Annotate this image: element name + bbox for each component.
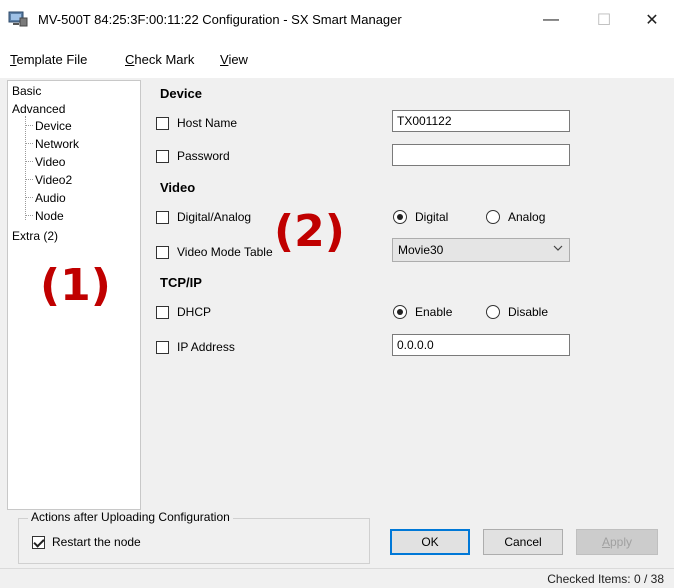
digital-radio-label: Digital (415, 210, 449, 224)
minimize-button[interactable]: — (527, 0, 575, 40)
apply-button[interactable]: Apply (576, 529, 658, 555)
disable-radio-label: Disable (508, 305, 549, 319)
restart-node-checkbox[interactable] (32, 536, 45, 549)
tree-item-audio[interactable]: Audio (35, 191, 66, 205)
ip-address-field[interactable]: 0.0.0.0 (392, 334, 570, 356)
tree-branch (26, 125, 33, 126)
close-button[interactable]: ✕ (628, 0, 674, 40)
tree-branch (26, 197, 33, 198)
disable-radio[interactable] (486, 305, 500, 319)
tree-item-extra[interactable]: Extra (2) (12, 229, 58, 243)
device-heading: Device (160, 86, 202, 101)
tree-branch (26, 179, 33, 180)
ok-button[interactable]: OK (390, 529, 470, 555)
checked-items-status: Checked Items: 0 / 38 (547, 572, 664, 586)
video-heading: Video (160, 180, 196, 195)
tree-item-advanced[interactable]: Advanced (12, 102, 65, 116)
host-name-checkbox[interactable] (156, 117, 169, 130)
tree-item-video[interactable]: Video (35, 155, 65, 169)
chevron-down-icon (553, 242, 563, 257)
tree-item-video2[interactable]: Video2 (35, 173, 72, 187)
password-field[interactable] (392, 144, 570, 166)
enable-radio[interactable] (393, 305, 407, 319)
maximize-button[interactable]: ☐ (580, 0, 628, 40)
title-bar: MV-500T 84:25:3F:00:11:22 Configuration … (0, 0, 674, 40)
host-name-label: Host Name (177, 116, 238, 130)
cancel-button[interactable]: Cancel (483, 529, 563, 555)
analog-radio-label: Analog (508, 210, 546, 224)
digital-analog-checkbox[interactable] (156, 211, 169, 224)
tree-branch (26, 215, 33, 216)
dhcp-label: DHCP (177, 305, 212, 319)
tree-branch (26, 161, 33, 162)
video-mode-table-value: Movie30 (398, 243, 444, 257)
enable-radio-label: Enable (415, 305, 453, 319)
password-label: Password (177, 149, 230, 163)
annotation-one: (1) (40, 260, 111, 311)
restart-node-label: Restart the node (52, 535, 141, 549)
window-title: MV-500T 84:25:3F:00:11:22 Configuration … (38, 12, 402, 27)
ip-address-label: IP Address (177, 340, 235, 354)
tree-item-basic[interactable]: Basic (12, 84, 41, 98)
tree-connector (25, 116, 26, 220)
menu-bar: Template File Check Mark View (0, 40, 674, 78)
app-icon (8, 11, 28, 27)
annotation-two: (2) (274, 206, 345, 257)
host-name-field[interactable]: TX001122 (392, 110, 570, 132)
apply-button-label: pply (610, 535, 633, 549)
menu-template-file[interactable]: Template File (10, 52, 87, 67)
apply-button-mnemonic: A (601, 535, 610, 549)
tcpip-heading: TCP/IP (160, 275, 202, 290)
tree-item-network[interactable]: Network (35, 137, 79, 151)
menu-check-mark[interactable]: Check Mark (125, 52, 194, 67)
tree-branch (26, 143, 33, 144)
video-mode-table-checkbox[interactable] (156, 246, 169, 259)
configuration-window: MV-500T 84:25:3F:00:11:22 Configuration … (0, 0, 674, 588)
tree-item-node[interactable]: Node (35, 209, 64, 223)
menu-view-label: iew (228, 52, 248, 67)
digital-radio[interactable] (393, 210, 407, 224)
video-mode-table-label: Video Mode Table (177, 245, 273, 259)
digital-analog-label: Digital/Analog (177, 210, 252, 224)
analog-radio[interactable] (486, 210, 500, 224)
menu-check-mark-mnemonic: C (125, 52, 135, 67)
dhcp-checkbox[interactable] (156, 306, 169, 319)
menu-view[interactable]: View (220, 52, 248, 67)
video-mode-table-select[interactable]: Movie30 (392, 238, 570, 262)
status-bar: Checked Items: 0 / 38 (0, 568, 674, 588)
menu-template-file-label: emplate File (16, 52, 88, 67)
actions-group-title: Actions after Uploading Configuration (28, 510, 233, 524)
tree-item-device[interactable]: Device (35, 119, 72, 133)
menu-check-mark-label: heck Mark (134, 52, 195, 67)
ip-address-checkbox[interactable] (156, 341, 169, 354)
password-checkbox[interactable] (156, 150, 169, 163)
